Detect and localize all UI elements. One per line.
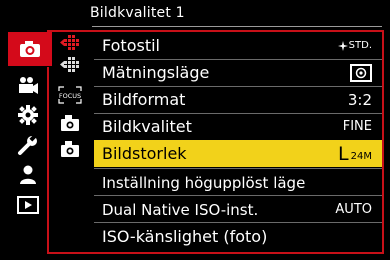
title-divider	[92, 26, 382, 27]
menu-item-label: Bildkvalitet	[102, 117, 192, 136]
menu-title: Bildkvalitet 1	[90, 5, 185, 21]
camera-settings-2-icon	[61, 141, 79, 157]
menu-divider	[94, 59, 382, 60]
gear-icon	[18, 105, 38, 125]
menu-item-label: Inställning högupplöst läge	[102, 173, 306, 192]
menu-item-label: Fotostil	[102, 36, 160, 55]
menu-item-aspect-ratio[interactable]: Bildformat 3:2	[94, 86, 382, 113]
sub-page-2[interactable]	[54, 52, 86, 78]
focus-icon-text: FOCUS	[59, 92, 81, 100]
category-playback[interactable]	[4, 190, 52, 220]
category-video[interactable]	[4, 70, 52, 100]
menu-item-label: Dual Native ISO-inst.	[102, 200, 259, 219]
menu-item-fotostil[interactable]: Fotostil STD.	[94, 32, 382, 59]
image-quality-icon	[60, 35, 79, 50]
aspect-ratio-value: 3:2	[347, 90, 372, 109]
menu-item-high-res[interactable]: Inställning högupplöst läge	[94, 169, 382, 196]
category-custom[interactable]	[4, 100, 52, 130]
menu-divider	[94, 222, 382, 223]
camera-icon	[20, 41, 40, 57]
menu-item-label: Mätningsläge	[102, 63, 210, 82]
menu-item-metering[interactable]: Mätningsläge	[94, 59, 382, 86]
menu-item-label: Bildstorlek	[102, 144, 187, 163]
menu-divider	[94, 86, 382, 87]
menu-item-dual-iso[interactable]: Dual Native ISO-inst. AUTO	[94, 196, 382, 223]
sub-page-focus[interactable]: FOCUS	[54, 82, 86, 108]
image-size-megapixels: 24M	[350, 151, 372, 162]
menu-item-quality[interactable]: Bildkvalitet FINE	[94, 113, 382, 140]
playback-icon	[17, 196, 39, 214]
photo-style-value: STD.	[337, 40, 382, 51]
metering-value	[350, 63, 382, 82]
menu-divider	[94, 195, 382, 196]
menu-divider	[94, 168, 382, 169]
quality-value: FINE	[342, 119, 372, 134]
video-camera-icon	[19, 77, 38, 94]
sparkle-icon	[337, 40, 348, 51]
menu-item-image-size[interactable]: Bildstorlek L 24M	[94, 140, 382, 167]
sub-page-4[interactable]	[54, 110, 86, 136]
person-icon	[20, 165, 36, 184]
metering-multi-icon	[350, 63, 372, 82]
category-my-menu[interactable]	[4, 160, 52, 190]
image-size-letter: L	[338, 142, 349, 165]
camera-settings-icon	[61, 115, 79, 131]
category-photo[interactable]	[8, 32, 52, 66]
photo-style-text: STD.	[348, 40, 372, 51]
dual-iso-value: AUTO	[335, 202, 372, 217]
menu-divider	[94, 113, 382, 114]
category-setup[interactable]	[4, 130, 52, 160]
image-size-value: L 24M	[338, 143, 382, 165]
image-quality-2-icon	[60, 57, 79, 72]
sub-page-5[interactable]	[54, 136, 86, 162]
wrench-icon	[18, 134, 37, 155]
menu-item-label: Bildformat	[102, 90, 186, 109]
focus-icon: FOCUS	[58, 86, 82, 104]
menu-item-label: ISO-känslighet (foto)	[102, 227, 268, 246]
menu-item-iso[interactable]: ISO-känslighet (foto)	[94, 223, 382, 250]
